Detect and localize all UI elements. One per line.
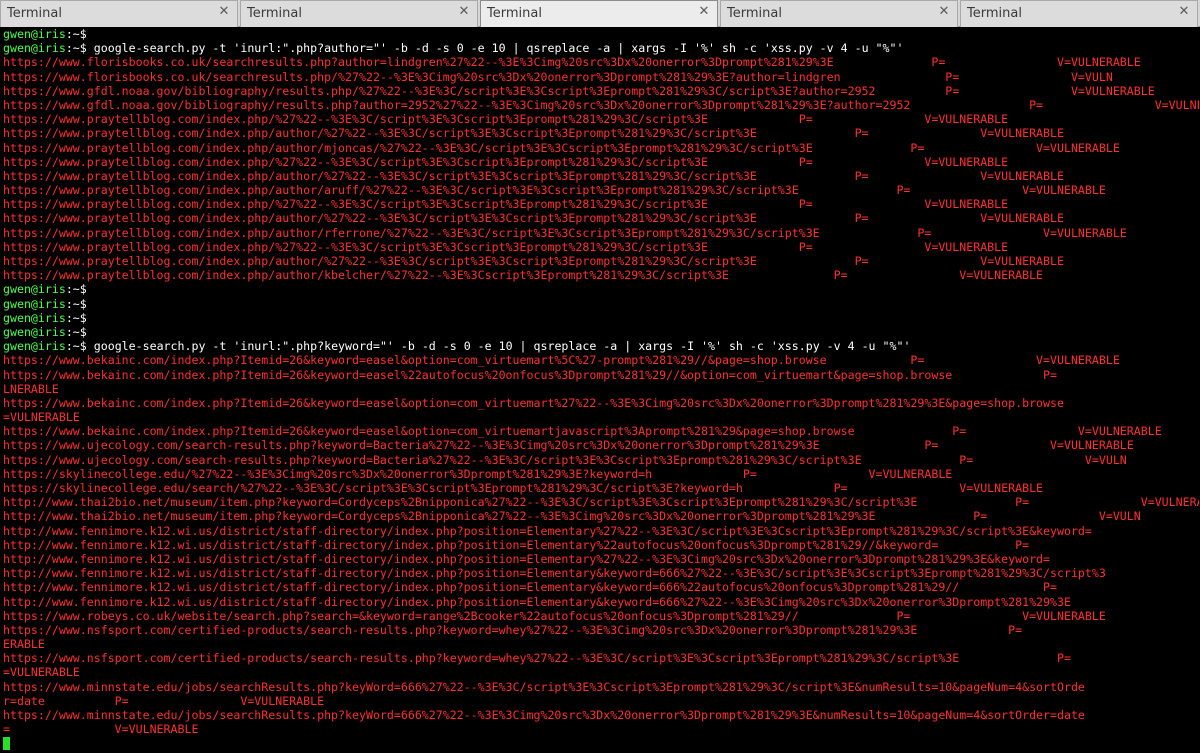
tab-label: Terminal [7,6,62,21]
output-line: https://www.praytellblog.com/index.php/%… [3,197,1009,212]
cursor-line [3,736,1199,751]
output-line: https://www.bekainc.com/index.php?Itemid… [3,353,1120,368]
prompt-line: gwen@iris:~$ google-search.py -t 'inurl:… [3,41,1199,55]
tab-label: Terminal [247,6,302,21]
output-line: https://www.ujecology.com/search-results… [3,438,1134,453]
prompt-user: gwen@iris [3,339,66,354]
output-line: https://www.nsfsport.com/certified-produ… [3,622,1023,637]
command-text: google-search.py -t 'inurl:".php?author=… [86,41,904,56]
output-line: =VULNERABLE [3,410,80,425]
prompt-line: gwen@iris:~$ [3,297,1199,311]
prompt-path: :~$ [65,324,87,339]
tab-bar: Terminal ✕ Terminal ✕ Terminal ✕ Terminal ✕ Term… [0,0,1200,27]
output-line: https://www.praytellblog.com/index.php/a… [3,168,1064,183]
prompt-user: gwen@iris [3,310,66,325]
output-line: https://www.praytellblog.com/index.php/a… [3,211,1064,226]
close-icon[interactable]: ✕ [1177,5,1191,19]
output-line: https://www.praytellblog.com/index.php/a… [3,268,1044,283]
close-icon[interactable]: ✕ [457,5,471,19]
prompt-user: gwen@iris [3,27,66,41]
tab-label: Terminal [727,6,782,21]
tab-label: Terminal [487,6,542,21]
prompt-line: gwen@iris:~$ [3,311,1199,325]
output-line: http://www.thai2bio.net/museum/item.php?… [3,509,1141,524]
output-line: http://www.thai2bio.net/museum/item.php?… [3,495,1199,510]
output-line: https://www.praytellblog.com/index.php/%… [3,154,1009,169]
prompt-user: gwen@iris [3,41,66,56]
output-line: http://www.fennimore.k12.wi.us/district/… [3,537,1030,552]
prompt-path: :~$ [65,310,87,325]
output-line: https://www.nsfsport.com/certified-produ… [3,651,1071,666]
output-line: https://www.gfdl.noaa.gov/bibliography/r… [3,83,1155,98]
prompt-path: :~$ [65,339,87,354]
prompt-line: gwen@iris:~$ [3,325,1199,339]
terminal-cursor [3,737,10,751]
output-line: =VULNERABLE [3,665,80,680]
tab-label: Terminal [967,6,1022,21]
output-line: https://www.minnstate.edu/jobs/searchRes… [3,679,1085,694]
prompt-path: :~$ [65,41,87,56]
output-line: https://www.florisbooks.co.uk/searchresu… [3,69,1113,84]
terminal-output[interactable]: gwen@iris:~$ gwen@iris:~$ google-search.p… [3,27,1199,753]
output-line: http://www.fennimore.k12.wi.us/district/… [3,594,1071,609]
output-line: r=date P= V=VULNERABLE [3,693,325,708]
output-line: https://www.bekainc.com/index.php?Itemid… [3,395,1064,410]
output-line: https://www.minnstate.edu/jobs/searchRes… [3,708,1085,722]
prompt-user: gwen@iris [3,324,66,339]
output-line: https://www.praytellblog.com/index.php/%… [3,112,1009,127]
tab-terminal-1[interactable]: Terminal ✕ [0,0,238,27]
tab-terminal-4[interactable]: Terminal ✕ [720,0,958,27]
output-line: http://www.fennimore.k12.wi.us/district/… [3,566,1106,581]
prompt-line: gwen@iris:~$ [3,27,1199,41]
output-line: https://www.praytellblog.com/index.php/a… [3,183,1106,198]
command-text: google-search.py -t 'inurl:".php?keyword… [86,339,911,354]
close-icon[interactable]: ✕ [937,5,951,19]
output-line: https://www.praytellblog.com/index.php/a… [3,225,1127,240]
prompt-user: gwen@iris [3,282,66,297]
output-line: https://www.bekainc.com/index.php?Itemid… [3,424,1162,439]
prompt-line: gwen@iris:~$ google-search.py -t 'inurl:… [3,339,1199,353]
prompt-line: gwen@iris:~$ [3,282,1199,296]
output-line: = V=VULNERABLE [3,722,199,737]
output-line: https://www.gfdl.noaa.gov/bibliography/r… [3,97,1199,112]
output-line: https://www.praytellblog.com/index.php/a… [3,126,1064,141]
close-icon[interactable]: ✕ [697,5,711,19]
output-line: https://www.robeys.co.uk/website/search.… [3,608,1106,623]
output-line: https://www.praytellblog.com/index.php/a… [3,254,1064,268]
output-line: https://www.praytellblog.com/index.php/a… [3,140,1120,155]
output-line: LNERABLE [3,381,59,396]
tab-terminal-5[interactable]: Terminal ✕ [960,0,1198,27]
prompt-path: :~$ [65,296,87,311]
output-line: https://www.ujecology.com/search-results… [3,452,1127,467]
output-line: https://www.praytellblog.com/index.php/%… [3,239,1009,254]
prompt-path: :~$ [65,282,87,297]
close-icon[interactable]: ✕ [217,5,231,19]
output-line: https://skylinecollege.edu/%27%22--%3E%3… [3,466,953,481]
tab-terminal-2[interactable]: Terminal ✕ [240,0,478,27]
output-line: https://skylinecollege.edu/search/%27%22… [3,481,1044,495]
prompt-user: gwen@iris [3,296,66,311]
output-line: http://www.fennimore.k12.wi.us/district/… [3,523,1092,538]
output-line: http://www.fennimore.k12.wi.us/district/… [3,551,1051,566]
tab-terminal-3[interactable]: Terminal ✕ [480,0,718,27]
output-line: http://www.fennimore.k12.wi.us/district/… [3,580,1057,595]
prompt-path: :~$ [65,27,87,41]
output-line: https://www.bekainc.com/index.php?Itemid… [3,367,1057,382]
output-line: https://www.florisbooks.co.uk/searchresu… [3,55,1141,70]
output-line: ERABLE [3,637,45,652]
